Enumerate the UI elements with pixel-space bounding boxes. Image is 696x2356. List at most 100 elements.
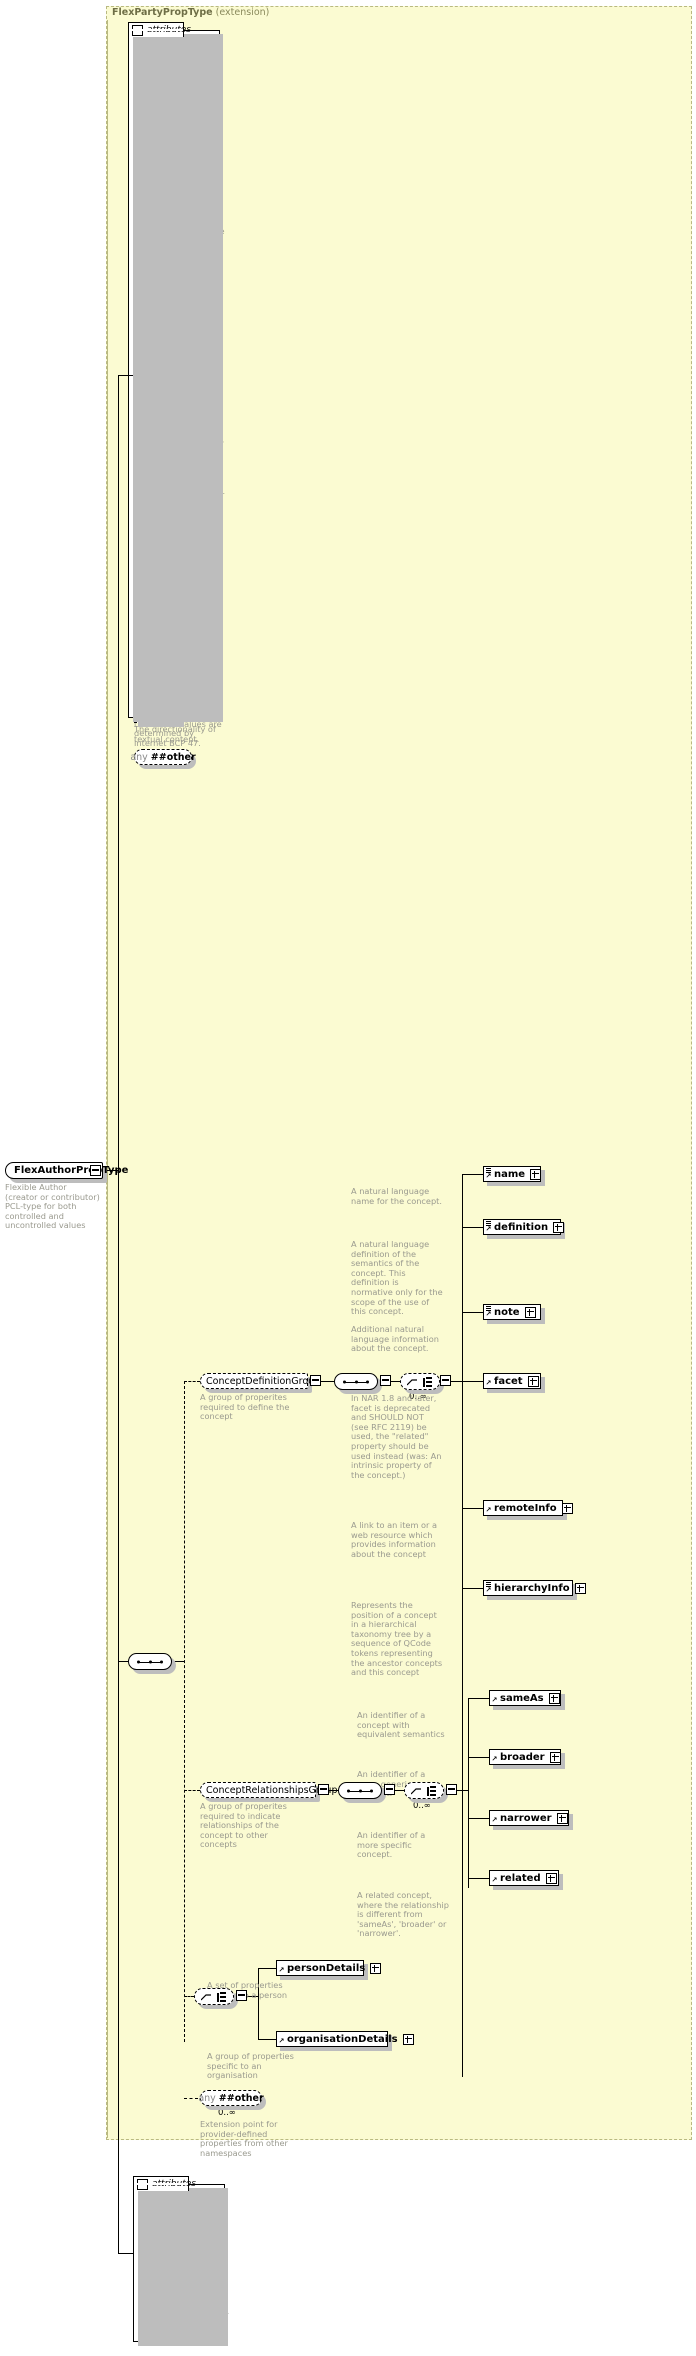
element-remoteinfo[interactable]: ↗ remoteInfo	[483, 1500, 573, 1516]
type-box-label: FlexAuthorPropType	[14, 1165, 129, 1176]
sequence-dots-icon	[347, 1789, 373, 1792]
sequence-dots-icon	[137, 1660, 163, 1663]
element-facet[interactable]: ↗ facet	[483, 1373, 541, 1389]
connector	[468, 1757, 489, 1758]
connector	[468, 1698, 489, 1699]
sequence-compositor-definition[interactable]	[334, 1373, 378, 1390]
group-conceptdefinitiongroup-toggle[interactable]	[310, 1375, 321, 1386]
element-label: remoteInfo	[494, 1502, 557, 1514]
sequence-compositor-relationships[interactable]	[338, 1782, 382, 1799]
reference-arrow-icon: ↗	[278, 2037, 285, 2045]
connector	[462, 1381, 483, 1382]
element-sameas[interactable]: ↗ sameAs	[489, 1690, 561, 1706]
element-organisationdetails[interactable]: ↗ organisationDetails	[276, 2031, 414, 2047]
reference-arrow-icon: ↗	[491, 1876, 498, 1884]
element-label: facet	[494, 1375, 523, 1387]
expand-icon[interactable]	[556, 1812, 568, 1824]
reference-arrow-icon: ↗	[278, 1966, 285, 1974]
connector-dashed	[184, 1790, 200, 1791]
any-keyword: any	[198, 2092, 216, 2104]
attr-shadow	[138, 630, 194, 645]
element-persondetails[interactable]: ↗ personDetails	[276, 1960, 382, 1976]
choice-definition-toggle[interactable]	[440, 1375, 451, 1386]
connector	[118, 2253, 134, 2254]
connector	[118, 1661, 128, 1662]
expand-icon[interactable]	[548, 1692, 560, 1704]
element-definition[interactable]: ↗ definition	[483, 1219, 565, 1235]
element-label: hierarchyInfo	[494, 1582, 570, 1594]
choice-bars-icon	[217, 1992, 226, 2003]
expand-icon[interactable]	[545, 1872, 557, 1884]
any-keyword: any	[130, 751, 148, 763]
group-conceptdefinitiongroup[interactable]: ConceptDefinitionGroup	[200, 1373, 320, 1389]
extension-type-name: FlexPartyPropType	[112, 7, 213, 18]
connector-dashed	[184, 1381, 200, 1382]
element-label: broader	[500, 1751, 545, 1763]
any-other-attribute[interactable]: any ##other	[130, 749, 196, 765]
element-remoteinfo-desc: A link to an item or a web resource whic…	[351, 1520, 438, 1559]
connector	[462, 1588, 483, 1589]
choice-relationships-toggle[interactable]	[446, 1784, 457, 1795]
element-name-desc: A natural language name for the concept.	[351, 1186, 442, 1206]
group-conceptrelationshipsgroup[interactable]: ConceptRelationshipsGroup	[200, 1782, 337, 1798]
extension-left-rail	[107, 20, 108, 2138]
expand-icon[interactable]	[561, 1502, 573, 1514]
expand-icon[interactable]	[527, 1375, 539, 1387]
connector	[118, 1170, 119, 2254]
any-other-extension-desc: Extension point for provider-defined pro…	[200, 2119, 288, 2158]
element-related[interactable]: ↗ related	[489, 1870, 559, 1886]
expand-icon[interactable]	[524, 1306, 536, 1318]
connector	[258, 1968, 259, 2040]
extension-suffix: (extension)	[215, 7, 270, 18]
connector	[462, 1312, 483, 1313]
type-box-collapse-toggle[interactable]	[90, 1165, 101, 1176]
expand-icon[interactable]	[370, 1962, 382, 1974]
reference-arrow-icon: ↗	[485, 1379, 492, 1387]
element-definition-desc: A natural language definition of the sem…	[351, 1239, 443, 1317]
element-label: personDetails	[287, 1962, 366, 1974]
element-label: related	[500, 1872, 541, 1884]
attributes-panel-shadow	[133, 34, 223, 722]
attr-shadow	[138, 87, 190, 102]
tab-seam-mask	[134, 2183, 188, 2185]
sequence-relationships-toggle[interactable]	[384, 1784, 395, 1795]
reference-arrow-icon: ↗	[485, 1586, 492, 1594]
choice-compositor-relationships[interactable]	[404, 1782, 444, 1799]
sequence-compositor-main[interactable]	[128, 1653, 172, 1670]
reference-arrow-icon: ↗	[491, 1755, 498, 1763]
connector-dashed	[184, 1996, 194, 1997]
any-namespace: ##other	[150, 751, 196, 763]
expand-icon[interactable]	[553, 1221, 565, 1233]
element-sameas-desc: An identifier of a concept with equivale…	[357, 1710, 445, 1740]
element-organisationdetails-desc: A group of properties specific to an org…	[207, 2051, 294, 2081]
choice-details-toggle[interactable]	[236, 1990, 247, 2001]
attr-shadow	[138, 514, 184, 529]
element-broader[interactable]: ↗ broader	[489, 1749, 561, 1765]
element-note[interactable]: ↗ note	[483, 1304, 541, 1320]
connector	[258, 2039, 276, 2040]
group-conceptrelationshipsgroup-toggle[interactable]	[318, 1784, 329, 1795]
choice-compositor-definition[interactable]	[400, 1373, 440, 1390]
type-box-description: Flexible Author (creator or contributor)…	[5, 1182, 100, 1231]
expand-icon[interactable]	[574, 1582, 586, 1594]
any-other-extension[interactable]: any ##other	[198, 2090, 264, 2106]
connector	[462, 1174, 463, 2077]
element-name[interactable]: ↗ name	[483, 1166, 542, 1182]
element-hierarchyinfo[interactable]: ↗ hierarchyInfo	[483, 1580, 586, 1596]
attr-shadow	[143, 2256, 195, 2271]
element-label: name	[494, 1168, 526, 1180]
expand-icon[interactable]	[549, 1751, 561, 1763]
sequence-definition-toggle[interactable]	[380, 1375, 391, 1386]
group-label: ConceptDefinitionGroup	[206, 1375, 321, 1387]
choice-compositor-details[interactable]	[194, 1988, 234, 2005]
connector	[391, 1381, 400, 1382]
reference-arrow-icon: ↗	[485, 1225, 492, 1233]
choice-bars-icon	[423, 1377, 432, 1388]
expand-icon[interactable]	[402, 2033, 414, 2045]
type-box-flexauthorproptype[interactable]: FlexAuthorPropType	[5, 1162, 128, 1179]
expand-icon[interactable]	[530, 1168, 542, 1180]
connector	[118, 375, 119, 1171]
element-narrower[interactable]: ↗ narrower	[489, 1810, 569, 1826]
attr-shadow	[143, 2203, 189, 2218]
reference-arrow-icon: ↗	[485, 1172, 492, 1180]
